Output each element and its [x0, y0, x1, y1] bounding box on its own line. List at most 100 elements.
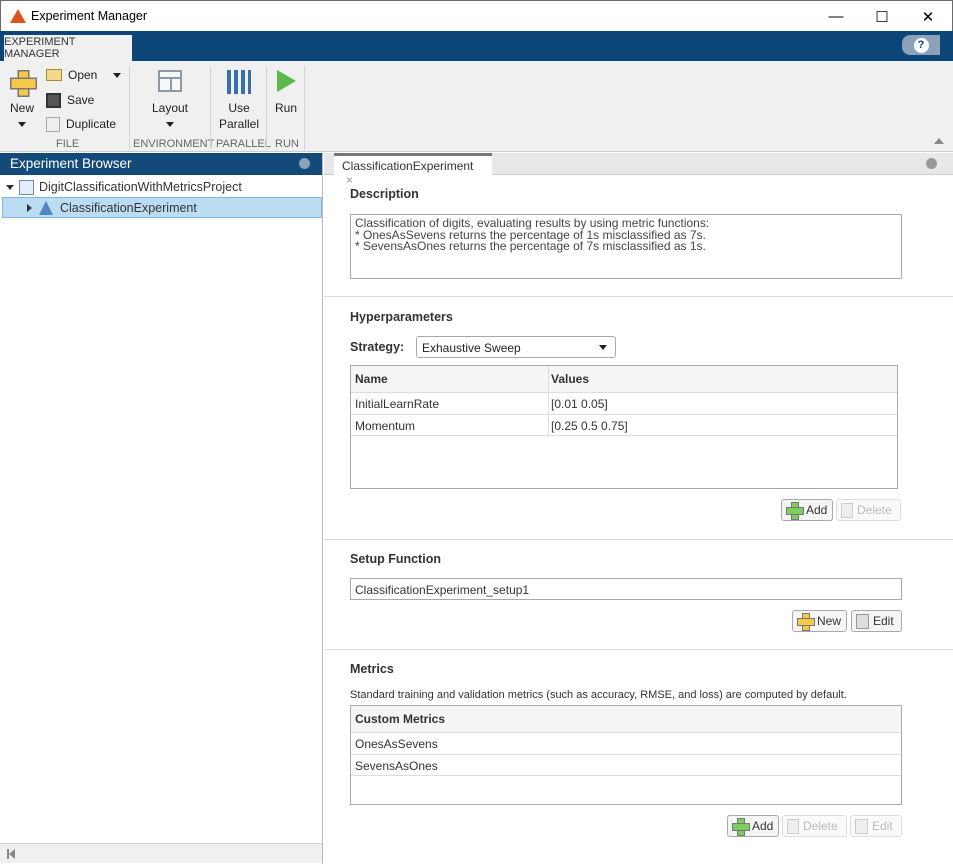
description-heading: Description [350, 187, 419, 201]
new-icon [797, 613, 815, 631]
group-label-environment: ENVIRONMENT [133, 138, 215, 150]
tab-classification-experiment[interactable]: ClassificationExperiment × [334, 153, 492, 187]
help-button[interactable]: ? [902, 35, 940, 55]
edit-icon [855, 818, 868, 834]
divider [324, 539, 953, 540]
description-textarea[interactable]: Classification of digits, evaluating res… [350, 214, 902, 279]
trash-icon [841, 502, 853, 518]
chevron-down-icon [166, 122, 174, 131]
column-header: Custom Metrics [355, 712, 446, 726]
folder-icon [46, 69, 62, 81]
custom-metrics-table: Custom Metrics OnesAsSevens SevensAsOnes [350, 705, 902, 805]
project-icon [19, 179, 34, 195]
new-plus-icon [10, 70, 37, 97]
minimize-button[interactable]: — [813, 1, 859, 32]
divider [129, 66, 130, 150]
divider [266, 66, 267, 150]
layout-button[interactable]: Layout [145, 66, 195, 132]
metrics-note: Standard training and validation metrics… [350, 689, 847, 701]
setup-function-field[interactable]: ClassificationExperiment_setup1 [350, 578, 902, 600]
edit-setup-button[interactable]: Edit [851, 610, 902, 632]
tab-options-icon[interactable] [926, 158, 937, 169]
table-row[interactable]: Momentum [0.25 0.5 0.75] [351, 414, 897, 436]
ribbon-tab-strip [0, 31, 953, 61]
group-label-run: RUN [275, 138, 299, 150]
delete-hyperparameter-button[interactable]: Delete [836, 499, 901, 521]
divider [210, 66, 211, 150]
column-divider [548, 366, 549, 437]
collapse-ribbon-icon[interactable] [934, 138, 944, 144]
table-row[interactable]: InitialLearnRate [0.01 0.05] [351, 392, 897, 414]
tree-item-project[interactable]: DigitClassificationWithMetricsProject [6, 177, 322, 197]
button-label: Delete [803, 819, 838, 833]
button-label: Add [806, 503, 828, 517]
maximize-button[interactable]: ☐ [859, 1, 905, 32]
chevron-down-icon [18, 122, 26, 131]
strategy-label: Strategy: [350, 340, 405, 354]
button-label: New [817, 614, 842, 628]
panel-options-icon[interactable] [299, 158, 310, 169]
close-button[interactable]: ✕ [905, 1, 951, 32]
field-value: ClassificationExperiment_setup1 [355, 583, 530, 597]
edit-metric-button[interactable]: Edit [850, 815, 902, 837]
title-bar: Experiment Manager — ☐ ✕ [0, 0, 953, 31]
help-icon: ? [913, 37, 929, 53]
new-label: New [9, 101, 34, 115]
add-metric-button[interactable]: Add [727, 815, 779, 837]
experiment-browser-header: Experiment Browser [0, 153, 322, 175]
group-label-parallel: PARALLEL [216, 138, 271, 150]
new-button[interactable]: New [6, 66, 38, 132]
table-header: Name Values [351, 366, 897, 392]
chevron-down-icon [113, 72, 122, 82]
divider [324, 296, 953, 297]
setup-function-heading: Setup Function [350, 552, 441, 566]
flask-icon [39, 200, 53, 215]
matlab-logo-icon [10, 9, 26, 23]
strategy-value: Exhaustive Sweep [422, 341, 521, 355]
add-icon [732, 818, 750, 836]
save-icon [46, 92, 61, 108]
tab-label: ClassificationExperiment [342, 159, 474, 173]
new-setup-button[interactable]: New [792, 610, 847, 632]
column-header-name: Name [355, 372, 388, 386]
add-icon [786, 502, 804, 520]
save-button[interactable]: Save [46, 91, 116, 109]
divider [324, 649, 953, 650]
collapse-left-icon [9, 849, 15, 859]
button-label: Edit [872, 819, 893, 833]
table-row[interactable]: SevensAsOnes [351, 754, 901, 776]
duplicate-button[interactable]: Duplicate [46, 115, 126, 133]
button-label: Delete [857, 503, 892, 517]
chevron-down-icon [599, 345, 607, 354]
description-line: * SevensAsOnes returns the percentage of… [355, 239, 706, 253]
button-label: Add [752, 819, 774, 833]
add-hyperparameter-button[interactable]: Add [781, 499, 833, 521]
metrics-heading: Metrics [350, 662, 394, 676]
use-parallel-button[interactable]: Use Parallel [216, 66, 262, 132]
trash-icon [787, 818, 799, 834]
parallel-icon [227, 70, 251, 94]
cell-metric: OnesAsSevens [355, 737, 438, 751]
tab-experiment-manager[interactable]: EXPERIMENT MANAGER [4, 35, 132, 61]
edit-icon [856, 613, 869, 629]
run-button[interactable]: Run [270, 66, 302, 132]
cell-metric: SevensAsOnes [355, 759, 438, 773]
experiment-browser-panel [0, 152, 323, 864]
panel-title: Experiment Browser [10, 156, 132, 171]
tree-item-experiment[interactable]: ClassificationExperiment [2, 197, 322, 218]
button-label: Edit [873, 614, 894, 628]
cell-name: Momentum [355, 419, 416, 433]
collapsed-arrow-icon [27, 203, 32, 212]
duplicate-icon [46, 116, 60, 132]
delete-metric-button[interactable]: Delete [782, 815, 847, 837]
close-tab-icon[interactable]: × [346, 173, 353, 187]
open-button[interactable]: Open [46, 66, 124, 84]
collapse-panel-button[interactable] [0, 843, 322, 863]
divider [304, 66, 305, 150]
layout-icon [158, 70, 182, 92]
table-row[interactable]: OnesAsSevens [351, 732, 901, 754]
cell-values: [0.01 0.05] [551, 397, 608, 411]
strategy-dropdown[interactable]: Exhaustive Sweep [416, 336, 616, 358]
hyperparameter-table: Name Values InitialLearnRate [0.01 0.05]… [350, 365, 898, 489]
run-icon [277, 70, 296, 92]
